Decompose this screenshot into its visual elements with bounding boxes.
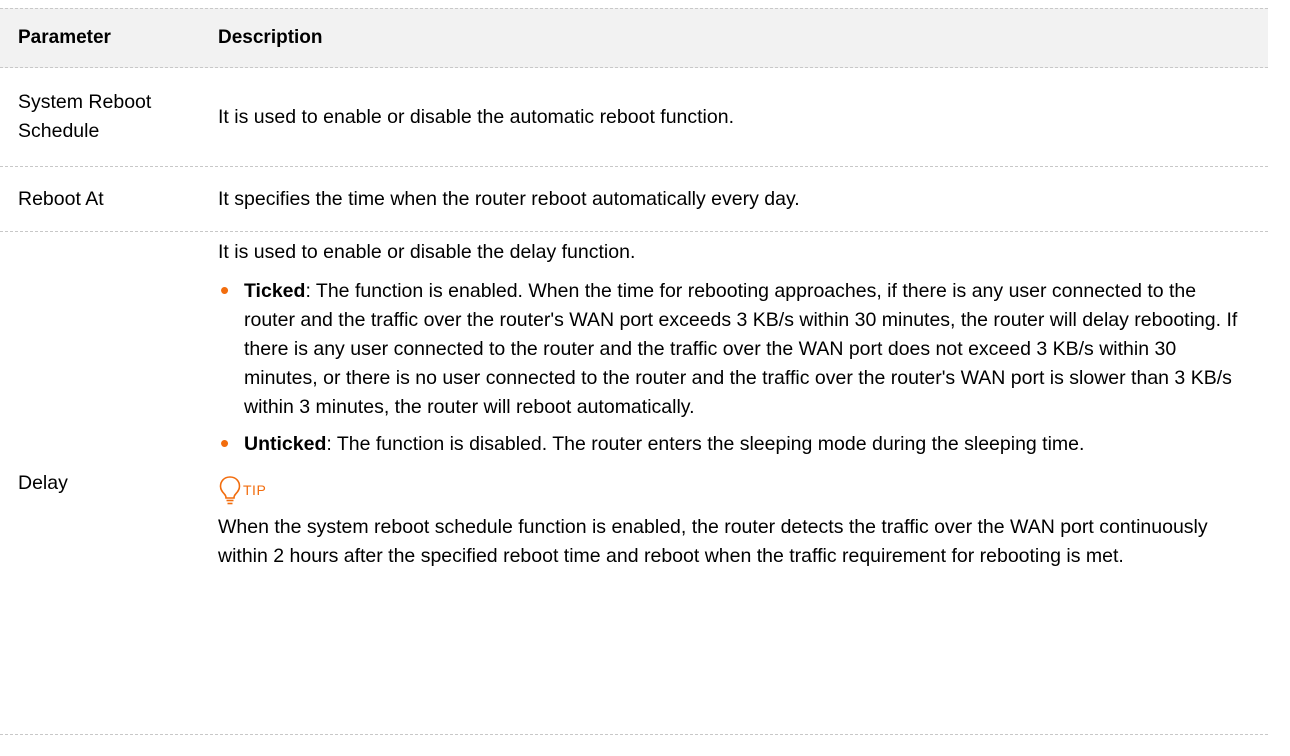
- description-cell: It specifies the time when the router re…: [218, 187, 800, 210]
- table-row: Delay It is used to enable or disable th…: [0, 232, 1268, 735]
- bullet-term: Unticked: [244, 433, 327, 455]
- tip-text: When the system reboot schedule function…: [218, 516, 1208, 567]
- parameter-cell: Reboot At: [18, 187, 104, 210]
- table-row: System Reboot Schedule It is used to ena…: [0, 68, 1268, 167]
- header-description: Description: [218, 27, 323, 48]
- bullet-text: : The function is disabled. The router e…: [326, 433, 1085, 455]
- parameter-cell: Delay: [18, 471, 68, 494]
- description-cell: It is used to enable or disable the dela…: [218, 232, 1268, 571]
- parameter-table: Parameter Description System Reboot Sche…: [0, 8, 1268, 735]
- table-row: Reboot At It specifies the time when the…: [0, 167, 1268, 232]
- lightbulb-icon: [219, 476, 241, 505]
- bullet-term: Ticked: [244, 280, 306, 302]
- bullet-ticked: • Ticked: The function is enabled. When …: [218, 277, 1252, 422]
- table-header-row: Parameter Description: [0, 8, 1268, 68]
- bullet-dot-icon: •: [220, 275, 230, 305]
- tip-label: TIP: [243, 482, 267, 498]
- header-parameter: Parameter: [18, 27, 111, 48]
- document-page: Parameter Description System Reboot Sche…: [0, 0, 1290, 756]
- tip-heading: TIP: [218, 467, 1252, 507]
- delay-intro: It is used to enable or disable the dela…: [218, 241, 636, 263]
- bullet-unticked: • Unticked: The function is disabled. Th…: [218, 430, 1252, 459]
- bullet-text: : The function is enabled. When the time…: [244, 280, 1238, 418]
- parameter-cell: System Reboot Schedule: [18, 91, 152, 142]
- bullet-dot-icon: •: [220, 428, 230, 458]
- description-cell: It is used to enable or disable the auto…: [218, 105, 734, 128]
